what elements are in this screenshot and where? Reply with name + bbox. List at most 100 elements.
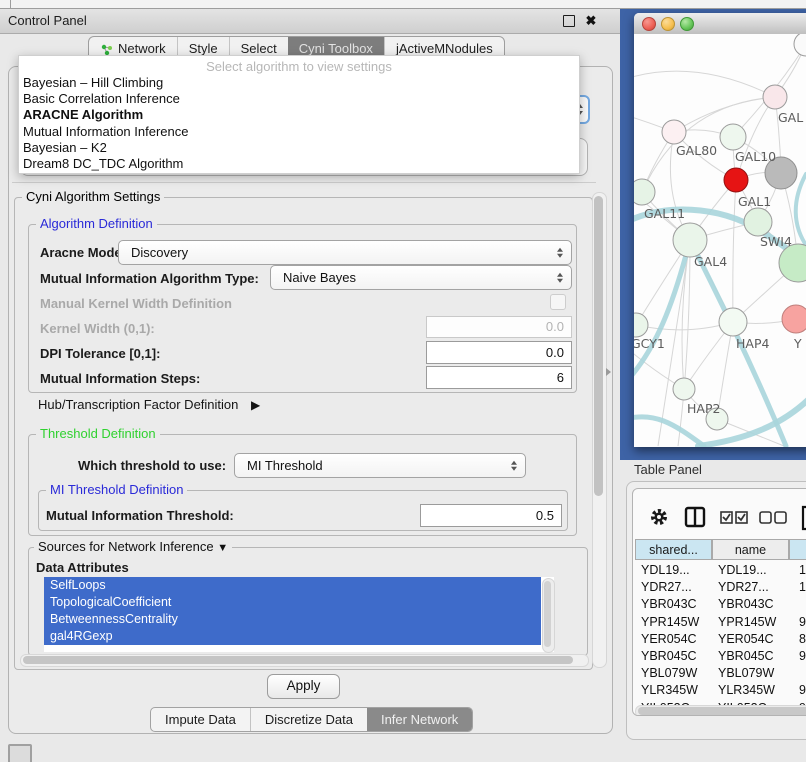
gear-icon[interactable] xyxy=(653,511,665,523)
table-row[interactable]: YBR043CYBR043C xyxy=(635,596,806,613)
algorithm-dropdown-list: Select algorithm to view settings Bayesi… xyxy=(18,55,580,174)
dpi-tolerance-label: DPI Tolerance [0,1]: xyxy=(40,346,160,361)
dropdown-item-1[interactable]: Basic Correlation Inference xyxy=(19,91,579,107)
bottom-left-panel-icon[interactable] xyxy=(8,744,32,762)
dropdown-placeholder: Select algorithm to view settings xyxy=(19,56,579,75)
table-cell: 9. xyxy=(799,682,806,699)
network-edge xyxy=(733,180,736,322)
table-cell: YDL19... xyxy=(718,562,787,579)
node-GAL1[interactable] xyxy=(724,168,748,192)
manual-kernel-checkbox[interactable] xyxy=(550,294,566,310)
node-gal-pink[interactable] xyxy=(763,85,787,109)
split-columns-icon[interactable] xyxy=(686,508,704,526)
node-HAP2[interactable] xyxy=(673,378,695,400)
table-row[interactable]: YPR145WYPR145W9. xyxy=(635,614,806,631)
table-horizontal-scrollbar[interactable] xyxy=(635,705,806,716)
select-all-checkboxes-icon[interactable] xyxy=(721,512,747,523)
sources-legend[interactable]: Sources for Network Inference ▼ xyxy=(34,540,232,555)
float-window-icon[interactable] xyxy=(563,15,575,27)
dropdown-item-4[interactable]: Bayesian – K2 xyxy=(19,140,579,156)
mi-type-value: Naive Bayes xyxy=(283,266,356,289)
close-traffic-light-icon[interactable] xyxy=(642,17,656,31)
minimize-traffic-light-icon[interactable] xyxy=(661,17,675,31)
table-row[interactable]: YBR045CYBR045C9. xyxy=(635,648,806,665)
data-attributes-label: Data Attributes xyxy=(36,560,129,575)
bottom-tab-impute-data[interactable]: Impute Data xyxy=(151,708,250,731)
attributes-vscrollbar[interactable] xyxy=(542,578,555,653)
settings-vscroll-thumb[interactable] xyxy=(594,196,603,496)
mi-steps-field[interactable]: 6 xyxy=(426,366,572,389)
column-header-0[interactable]: shared... xyxy=(635,539,712,560)
node-GAL4[interactable] xyxy=(673,223,707,257)
node-GAL11[interactable] xyxy=(634,179,655,205)
table-cell: YPR145W xyxy=(641,614,710,631)
column-header-2[interactable]: A xyxy=(789,539,806,560)
attribute-item-SelfLoops[interactable]: SelfLoops xyxy=(44,577,541,594)
split-pane-arrow-icon[interactable] xyxy=(606,368,611,376)
attributes-vscroll-thumb[interactable] xyxy=(544,581,551,647)
node-HAP4-label: HAP4 xyxy=(736,336,769,351)
table-cell: YLR345W xyxy=(641,682,710,699)
table-hscroll-thumb[interactable] xyxy=(638,707,806,715)
mi-threshold-field[interactable]: 0.5 xyxy=(420,504,562,527)
node-GAL80[interactable] xyxy=(662,120,686,144)
settings-vertical-scrollbar[interactable] xyxy=(592,192,607,668)
which-threshold-select[interactable]: MI Threshold xyxy=(234,453,526,478)
node-GCY1[interactable] xyxy=(634,313,648,337)
apply-button[interactable]: Apply xyxy=(267,674,340,699)
node-top-right[interactable] xyxy=(794,34,806,56)
network-canvas[interactable]: GALGAL80GAL10GAL1GAL11SWI4GAL4GCY1HAP4YH… xyxy=(634,34,806,447)
kernel-width-label: Kernel Width (0,1): xyxy=(40,321,155,336)
combo-spinner-icon xyxy=(511,460,517,471)
dropdown-item-3[interactable]: Mutual Information Inference xyxy=(19,124,579,140)
table-cell: YPR145W xyxy=(718,614,787,631)
network-edge-thick xyxy=(796,174,806,248)
settings-hscroll-thumb[interactable] xyxy=(23,656,573,664)
table-row[interactable]: YDL19...YDL19...13 xyxy=(635,562,806,579)
node-GAL10[interactable] xyxy=(720,124,746,150)
table-row[interactable]: YLR345WYLR345W9. xyxy=(635,682,806,699)
table-cell: 9. xyxy=(799,648,806,665)
data-attributes-list[interactable]: SelfLoopsTopologicalCoefficientBetweenne… xyxy=(44,577,554,652)
attribute-item-BetweennessCentrality[interactable]: BetweennessCentrality xyxy=(44,611,541,628)
attribute-item-TopologicalCoefficient[interactable]: TopologicalCoefficient xyxy=(44,594,541,611)
kernel-width-field[interactable]: 0.0 xyxy=(426,316,572,338)
control-panel-titlebar xyxy=(0,9,620,34)
aracne-mode-select[interactable]: Discovery xyxy=(118,240,572,265)
table-cell: YDR27... xyxy=(641,579,710,596)
table-cell: YER054C xyxy=(641,631,710,648)
mi-type-select[interactable]: Naive Bayes xyxy=(270,265,572,290)
table-row[interactable]: YBL079WYBL079W xyxy=(635,665,806,682)
dpi-tolerance-field[interactable]: 0.0 xyxy=(426,341,572,364)
mi-threshold-legend: MI Threshold Definition xyxy=(46,483,187,497)
column-header-1[interactable]: name xyxy=(712,539,789,560)
network-view-window[interactable]: GALGAL80GAL10GAL1GAL11SWI4GAL4GCY1HAP4YH… xyxy=(634,13,806,447)
dropdown-item-0[interactable]: Bayesian – Hill Climbing xyxy=(19,75,579,91)
algorithm-definition-legend: Algorithm Definition xyxy=(36,217,157,231)
node-GAL10-label: GAL10 xyxy=(735,149,776,164)
attribute-item-gal4RGexp[interactable]: gal4RGexp xyxy=(44,628,541,645)
network-edge xyxy=(634,71,775,97)
mi-steps-label: Mutual Information Steps: xyxy=(40,371,200,386)
node-salmon[interactable] xyxy=(782,305,806,333)
node-GAL11-label: GAL11 xyxy=(644,206,685,221)
bottom-tab-infer-network[interactable]: Infer Network xyxy=(367,708,472,731)
node-SWI4[interactable] xyxy=(744,208,772,236)
dropdown-item-5[interactable]: Dream8 DC_TDC Algorithm xyxy=(19,156,579,172)
close-icon[interactable]: ✖ xyxy=(583,9,599,33)
mi-threshold-label: Mutual Information Threshold: xyxy=(46,508,234,523)
table-row[interactable]: YER054CYER054C8. xyxy=(635,631,806,648)
dropdown-item-2[interactable]: ARACNE Algorithm xyxy=(19,107,579,123)
zoom-traffic-light-icon[interactable] xyxy=(680,17,694,31)
which-threshold-label: Which threshold to use: xyxy=(78,458,226,473)
node-HAP4[interactable] xyxy=(719,308,747,336)
table-row[interactable]: YDR27...YDR27...12 xyxy=(635,579,806,596)
network-graph: GALGAL80GAL10GAL1GAL11SWI4GAL4GCY1HAP4YH… xyxy=(634,34,806,447)
network-window-titlebar[interactable] xyxy=(634,13,806,35)
hub-definition-expander[interactable]: Hub/Transcription Factor Definition ▶ xyxy=(38,397,260,412)
bottom-tab-discretize-data[interactable]: Discretize Data xyxy=(250,708,367,731)
network-edge-thick xyxy=(634,417,704,446)
table-cell: YBR045C xyxy=(718,648,787,665)
deselect-all-checkboxes-icon[interactable] xyxy=(760,512,786,523)
settings-horizontal-scrollbar[interactable] xyxy=(20,654,589,667)
